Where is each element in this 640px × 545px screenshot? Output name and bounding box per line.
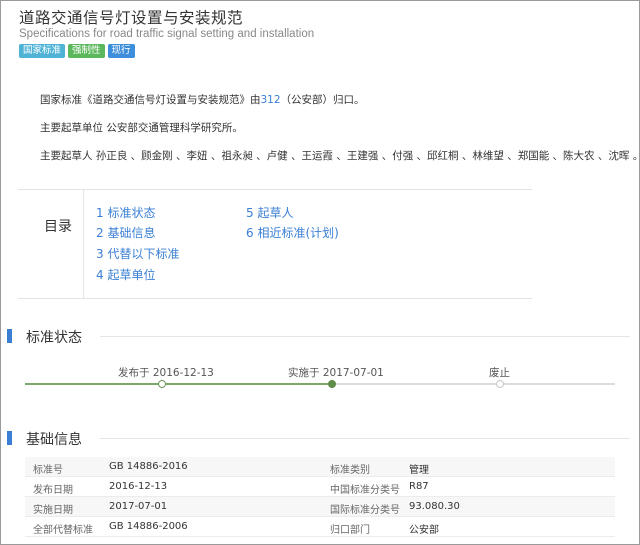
label-governing-department: 归口部门: [330, 525, 370, 536]
timeline-dot-published: [158, 380, 166, 388]
section-rule-basic: [100, 438, 630, 439]
status-badges: 国家标准 强制性 现行: [19, 44, 135, 58]
value-ics-code: 93.080.30: [409, 501, 460, 512]
toc-item-similar-standards[interactable]: 6 相近标准(计划): [246, 224, 339, 241]
value-ccs-code: R87: [409, 481, 429, 492]
timeline-label-published: 发布于 2016-12-13: [118, 367, 214, 379]
timeline-label-implemented: 实施于 2017-07-01: [288, 367, 384, 379]
timeline-label-abolished: 废止: [489, 367, 510, 379]
label-standard-category: 标准类别: [330, 465, 370, 476]
toc-item-status[interactable]: 1 标准状态: [96, 204, 155, 221]
section-title-basic: 基础信息: [26, 432, 82, 448]
value-standard-number: GB 14886-2016: [109, 461, 188, 472]
label-implement-date: 实施日期: [33, 505, 73, 516]
toc-item-drafters[interactable]: 5 起草人: [246, 204, 293, 221]
intro-line-drafting-unit: 主要起草单位 公安部交通管理科学研究所。: [40, 122, 243, 134]
status-timeline-progress: [25, 383, 332, 385]
table-row: 标准号 GB 14886-2016 标准类别 管理: [25, 457, 615, 477]
badge-national-standard: 国家标准: [19, 44, 66, 58]
table-row: 发布日期 2016-12-13 中国标准分类号 R87: [25, 477, 615, 497]
timeline-dot-abolished: [496, 380, 504, 388]
timeline-dot-implemented: [328, 380, 336, 388]
label-replaced-standard: 全部代替标准: [33, 525, 93, 536]
toc-item-drafting-units[interactable]: 4 起草单位: [96, 266, 155, 283]
label-publish-date: 发布日期: [33, 485, 73, 496]
label-ics-code: 国际标准分类号: [330, 505, 400, 516]
toc-item-basic-info[interactable]: 2 基础信息: [96, 224, 155, 241]
page-title: 道路交通信号灯设置与安装规范: [19, 9, 244, 27]
section-marker-status: [7, 329, 12, 343]
intro-suffix: （公安部）归口。: [280, 94, 365, 106]
value-replaced-standard: GB 14886-2006: [109, 521, 188, 532]
table-row: 全部代替标准 GB 14886-2006 归口部门 公安部: [25, 517, 615, 537]
page-subtitle: Specifications for road traffic signal s…: [19, 28, 315, 40]
value-governing-department-link[interactable]: 公安部: [409, 521, 439, 536]
table-of-contents: 目录 1 标准状态 2 基础信息 3 代替以下标准 4 起草单位 5 起草人 6…: [18, 189, 532, 299]
section-rule-status: [100, 336, 630, 337]
toc-divider: [83, 190, 84, 298]
intro-line-governing: 国家标准《道路交通信号灯设置与安装规范》由312（公安部）归口。: [40, 92, 365, 107]
value-publish-date: 2016-12-13: [109, 481, 168, 492]
section-marker-basic: [7, 431, 12, 445]
toc-title: 目录: [44, 219, 72, 235]
section-title-status: 标准状态: [26, 330, 82, 346]
label-ccs-code: 中国标准分类号: [330, 485, 400, 496]
table-row: 实施日期 2017-07-01 国际标准分类号 93.080.30: [25, 497, 615, 517]
label-standard-number: 标准号: [33, 465, 63, 476]
value-implement-date: 2017-07-01: [109, 501, 168, 512]
committee-link[interactable]: 312: [261, 94, 281, 106]
intro-prefix: 国家标准《道路交通信号灯设置与安装规范》由: [40, 94, 261, 106]
value-standard-category: 管理: [409, 465, 429, 476]
badge-current: 现行: [107, 44, 135, 58]
badge-mandatory: 强制性: [68, 44, 105, 58]
toc-item-replaced-standards[interactable]: 3 代替以下标准: [96, 245, 179, 262]
intro-line-drafters: 主要起草人 孙正良 、顾金刚 、李妞 、祖永昶 、卢健 、王运霞 、王建强 、付…: [40, 150, 640, 162]
